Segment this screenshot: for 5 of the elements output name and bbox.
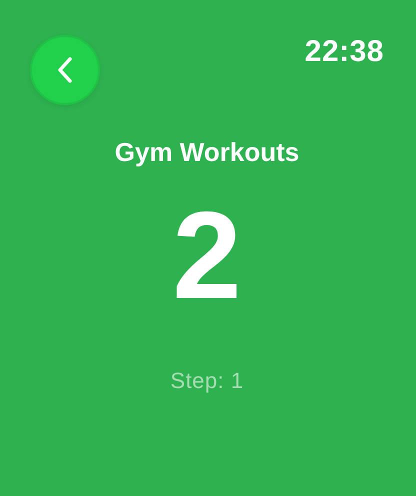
rep-count: 2 bbox=[172, 194, 242, 318]
chevron-left-icon bbox=[57, 56, 73, 84]
workout-title: Gym Workouts bbox=[114, 137, 300, 168]
clock-time: 22:38 bbox=[304, 35, 384, 69]
step-label: Step: 1 bbox=[170, 368, 244, 394]
